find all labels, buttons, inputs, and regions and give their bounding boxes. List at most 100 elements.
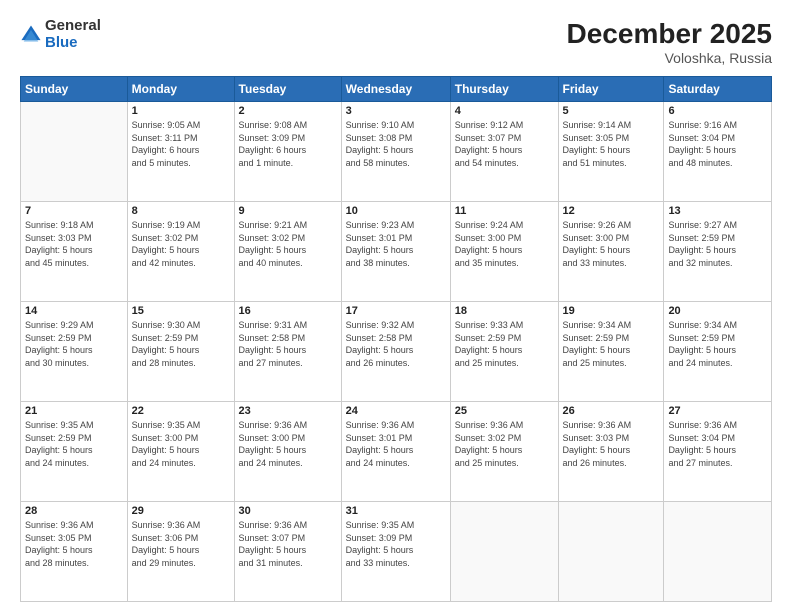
day-info: Sunrise: 9:29 AM Sunset: 2:59 PM Dayligh… <box>25 319 123 369</box>
day-info: Sunrise: 9:36 AM Sunset: 3:00 PM Dayligh… <box>239 419 337 469</box>
day-info: Sunrise: 9:30 AM Sunset: 2:59 PM Dayligh… <box>132 319 230 369</box>
day-info: Sunrise: 9:14 AM Sunset: 3:05 PM Dayligh… <box>563 119 660 169</box>
day-info: Sunrise: 9:05 AM Sunset: 3:11 PM Dayligh… <box>132 119 230 169</box>
calendar-cell: 15 Sunrise: 9:30 AM Sunset: 2:59 PM Dayli… <box>127 302 234 402</box>
title-section: December 2025 Voloshka, Russia <box>567 18 772 66</box>
day-number: 17 <box>346 305 446 317</box>
day-number: 29 <box>132 505 230 517</box>
calendar-cell: 30 Sunrise: 9:36 AM Sunset: 3:07 PM Dayli… <box>234 502 341 602</box>
weekday-header: Sunday <box>21 77 128 102</box>
day-info: Sunrise: 9:10 AM Sunset: 3:08 PM Dayligh… <box>346 119 446 169</box>
calendar: SundayMondayTuesdayWednesdayThursdayFrid… <box>20 76 772 602</box>
calendar-header: SundayMondayTuesdayWednesdayThursdayFrid… <box>21 77 772 102</box>
day-info: Sunrise: 9:27 AM Sunset: 2:59 PM Dayligh… <box>668 219 767 269</box>
day-info: Sunrise: 9:21 AM Sunset: 3:02 PM Dayligh… <box>239 219 337 269</box>
calendar-week-row: 14Sunrise: 9:29 AM Sunset: 2:59 PM Dayli… <box>21 302 772 402</box>
day-number: 16 <box>239 305 337 317</box>
day-number: 2 <box>239 105 337 117</box>
day-number: 18 <box>455 305 554 317</box>
day-info: Sunrise: 9:36 AM Sunset: 3:01 PM Dayligh… <box>346 419 446 469</box>
day-info: Sunrise: 9:26 AM Sunset: 3:00 PM Dayligh… <box>563 219 660 269</box>
day-info: Sunrise: 9:34 AM Sunset: 2:59 PM Dayligh… <box>563 319 660 369</box>
calendar-cell: 12 Sunrise: 9:26 AM Sunset: 3:00 PM Dayli… <box>558 202 664 302</box>
logo-blue: Blue <box>45 35 101 52</box>
calendar-cell: 18Sunrise: 9:33 AM Sunset: 2:59 PM Dayli… <box>450 302 558 402</box>
calendar-cell: 27Sunrise: 9:36 AM Sunset: 3:04 PM Dayli… <box>664 402 772 502</box>
day-info: Sunrise: 9:32 AM Sunset: 2:58 PM Dayligh… <box>346 319 446 369</box>
weekday-header: Wednesday <box>341 77 450 102</box>
day-info: Sunrise: 9:36 AM Sunset: 3:07 PM Dayligh… <box>239 519 337 569</box>
day-info: Sunrise: 9:36 AM Sunset: 3:04 PM Dayligh… <box>668 419 767 469</box>
calendar-cell: 25 Sunrise: 9:36 AM Sunset: 3:02 PM Dayli… <box>450 402 558 502</box>
day-info: Sunrise: 9:12 AM Sunset: 3:07 PM Dayligh… <box>455 119 554 169</box>
day-number: 22 <box>132 405 230 417</box>
day-number: 15 <box>132 305 230 317</box>
calendar-cell <box>450 502 558 602</box>
day-number: 31 <box>346 505 446 517</box>
day-number: 6 <box>668 105 767 117</box>
weekday-header: Friday <box>558 77 664 102</box>
day-number: 1 <box>132 105 230 117</box>
day-number: 23 <box>239 405 337 417</box>
calendar-cell: 7Sunrise: 9:18 AM Sunset: 3:03 PM Daylig… <box>21 202 128 302</box>
weekday-header-row: SundayMondayTuesdayWednesdayThursdayFrid… <box>21 77 772 102</box>
calendar-cell: 22 Sunrise: 9:35 AM Sunset: 3:00 PM Dayli… <box>127 402 234 502</box>
calendar-cell: 3 Sunrise: 9:10 AM Sunset: 3:08 PM Daylig… <box>341 102 450 202</box>
day-number: 13 <box>668 205 767 217</box>
day-info: Sunrise: 9:36 AM Sunset: 3:05 PM Dayligh… <box>25 519 123 569</box>
day-info: Sunrise: 9:19 AM Sunset: 3:02 PM Dayligh… <box>132 219 230 269</box>
day-info: Sunrise: 9:34 AM Sunset: 2:59 PM Dayligh… <box>668 319 767 369</box>
day-info: Sunrise: 9:31 AM Sunset: 2:58 PM Dayligh… <box>239 319 337 369</box>
day-info: Sunrise: 9:36 AM Sunset: 3:02 PM Dayligh… <box>455 419 554 469</box>
day-info: Sunrise: 9:18 AM Sunset: 3:03 PM Dayligh… <box>25 219 123 269</box>
day-info: Sunrise: 9:24 AM Sunset: 3:00 PM Dayligh… <box>455 219 554 269</box>
day-info: Sunrise: 9:36 AM Sunset: 3:03 PM Dayligh… <box>563 419 660 469</box>
calendar-cell: 28 Sunrise: 9:36 AM Sunset: 3:05 PM Dayli… <box>21 502 128 602</box>
weekday-header: Thursday <box>450 77 558 102</box>
calendar-cell: 6 Sunrise: 9:16 AM Sunset: 3:04 PM Daylig… <box>664 102 772 202</box>
day-info: Sunrise: 9:08 AM Sunset: 3:09 PM Dayligh… <box>239 119 337 169</box>
day-number: 5 <box>563 105 660 117</box>
day-number: 19 <box>563 305 660 317</box>
logo-general: General <box>45 18 101 35</box>
day-number: 26 <box>563 405 660 417</box>
day-number: 10 <box>346 205 446 217</box>
calendar-cell: 14Sunrise: 9:29 AM Sunset: 2:59 PM Dayli… <box>21 302 128 402</box>
calendar-cell: 1 Sunrise: 9:05 AM Sunset: 3:11 PM Daylig… <box>127 102 234 202</box>
header: General Blue December 2025 Voloshka, Rus… <box>20 18 772 66</box>
calendar-cell <box>664 502 772 602</box>
calendar-cell: 26 Sunrise: 9:36 AM Sunset: 3:03 PM Dayli… <box>558 402 664 502</box>
calendar-cell: 5 Sunrise: 9:14 AM Sunset: 3:05 PM Daylig… <box>558 102 664 202</box>
calendar-cell: 21Sunrise: 9:35 AM Sunset: 2:59 PM Dayli… <box>21 402 128 502</box>
day-info: Sunrise: 9:16 AM Sunset: 3:04 PM Dayligh… <box>668 119 767 169</box>
day-info: Sunrise: 9:36 AM Sunset: 3:06 PM Dayligh… <box>132 519 230 569</box>
day-number: 24 <box>346 405 446 417</box>
logo-icon <box>20 24 42 46</box>
calendar-cell: 9 Sunrise: 9:21 AM Sunset: 3:02 PM Daylig… <box>234 202 341 302</box>
month-title: December 2025 <box>567 18 772 50</box>
calendar-cell: 8 Sunrise: 9:19 AM Sunset: 3:02 PM Daylig… <box>127 202 234 302</box>
day-info: Sunrise: 9:23 AM Sunset: 3:01 PM Dayligh… <box>346 219 446 269</box>
day-number: 9 <box>239 205 337 217</box>
location: Voloshka, Russia <box>567 50 772 66</box>
calendar-week-row: 1 Sunrise: 9:05 AM Sunset: 3:11 PM Daylig… <box>21 102 772 202</box>
calendar-cell: 29 Sunrise: 9:36 AM Sunset: 3:06 PM Dayli… <box>127 502 234 602</box>
day-number: 3 <box>346 105 446 117</box>
day-number: 28 <box>25 505 123 517</box>
day-number: 8 <box>132 205 230 217</box>
day-number: 25 <box>455 405 554 417</box>
day-number: 30 <box>239 505 337 517</box>
weekday-header: Tuesday <box>234 77 341 102</box>
calendar-cell: 11 Sunrise: 9:24 AM Sunset: 3:00 PM Dayli… <box>450 202 558 302</box>
calendar-cell: 20 Sunrise: 9:34 AM Sunset: 2:59 PM Dayli… <box>664 302 772 402</box>
day-info: Sunrise: 9:35 AM Sunset: 3:00 PM Dayligh… <box>132 419 230 469</box>
logo: General Blue <box>20 18 101 51</box>
day-number: 11 <box>455 205 554 217</box>
calendar-cell: 23 Sunrise: 9:36 AM Sunset: 3:00 PM Dayli… <box>234 402 341 502</box>
calendar-cell: 24 Sunrise: 9:36 AM Sunset: 3:01 PM Dayli… <box>341 402 450 502</box>
day-info: Sunrise: 9:35 AM Sunset: 3:09 PM Dayligh… <box>346 519 446 569</box>
weekday-header: Monday <box>127 77 234 102</box>
day-number: 20 <box>668 305 767 317</box>
calendar-cell: 13 Sunrise: 9:27 AM Sunset: 2:59 PM Dayli… <box>664 202 772 302</box>
day-number: 12 <box>563 205 660 217</box>
